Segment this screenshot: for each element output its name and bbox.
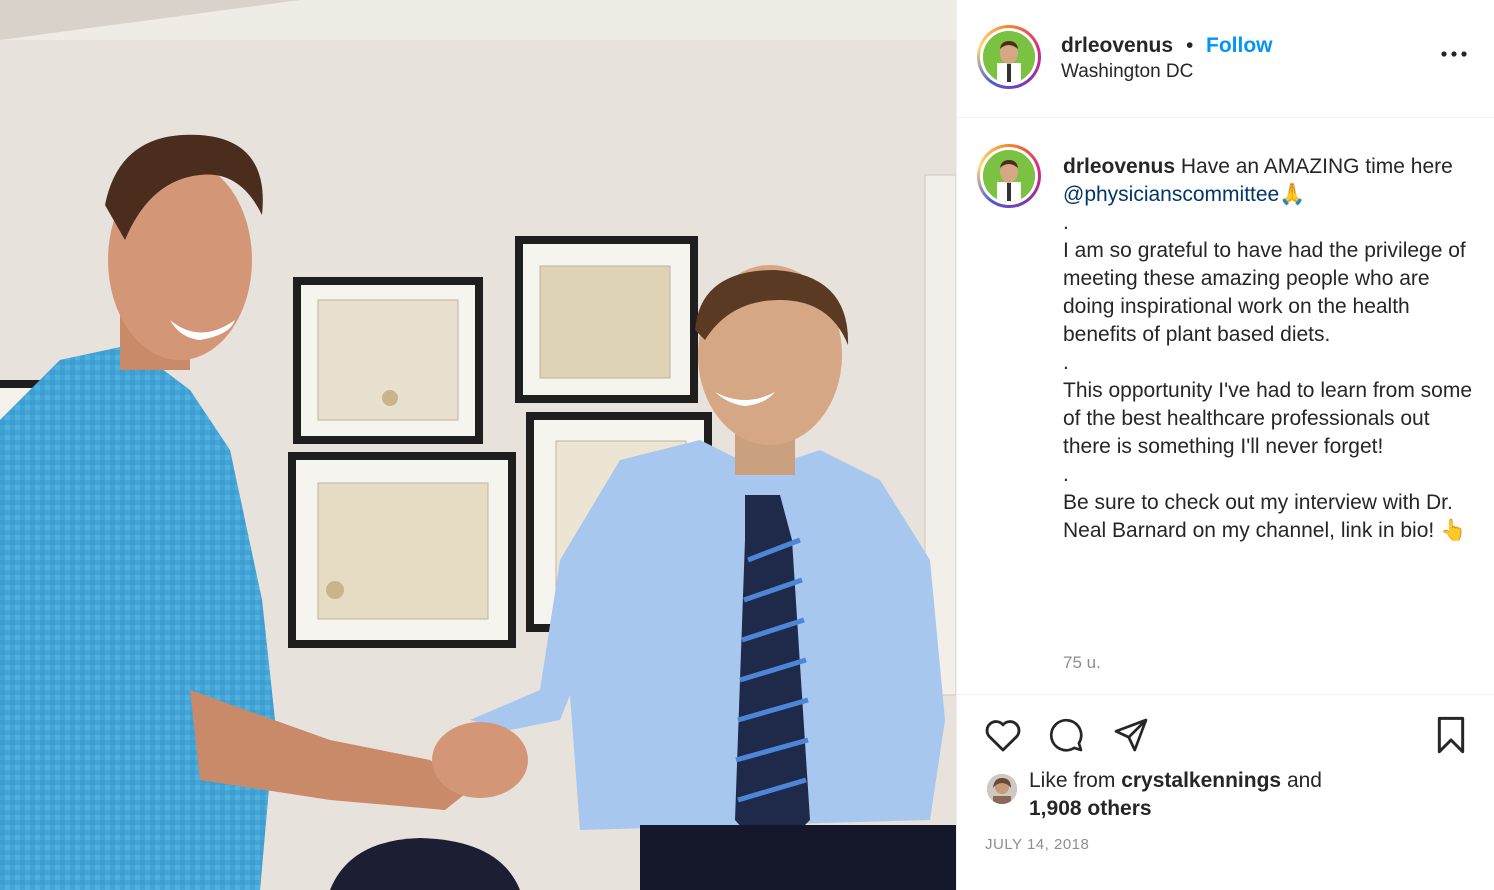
post-sidebar: drleovenus • Follow Washington DC drleov… <box>956 0 1494 890</box>
more-horizontal-icon[interactable] <box>1439 44 1469 64</box>
location-link[interactable]: Washington DC <box>1061 61 1193 83</box>
caption-age[interactable]: 75 u. <box>1063 653 1101 673</box>
liker-username[interactable]: crystalkennings <box>1121 769 1281 792</box>
post-photo[interactable] <box>0 0 956 890</box>
others-count[interactable]: 1,908 others <box>1029 797 1152 820</box>
follow-button[interactable]: Follow <box>1206 34 1273 58</box>
photo-image <box>0 0 956 890</box>
bookmark-icon[interactable] <box>1433 715 1469 755</box>
mention-link[interactable]: @physicianscommittee <box>1063 183 1279 206</box>
caption-line1: Have an AMAZING time here <box>1175 155 1453 178</box>
avatar-image <box>987 774 1017 804</box>
comment-icon[interactable] <box>1048 717 1084 753</box>
share-icon[interactable] <box>1113 717 1149 753</box>
likes-summary: Like from crystalkennings and 1,908 othe… <box>1029 767 1469 823</box>
caption-author-avatar[interactable] <box>977 144 1041 208</box>
avatar-image <box>983 150 1035 202</box>
point-up-emoji: 👆 <box>1440 519 1467 542</box>
caption-dot: . <box>1063 463 1069 486</box>
post-dialog: drleovenus • Follow Washington DC drleov… <box>0 0 1494 890</box>
liker-avatar[interactable] <box>985 772 1019 806</box>
caption-paragraph-2: This opportunity I've had to learn from … <box>1063 379 1473 458</box>
like-mid: and <box>1281 769 1322 792</box>
post-header: drleovenus • Follow Washington DC <box>957 0 1494 118</box>
heart-icon[interactable] <box>984 717 1022 753</box>
caption-paragraph-1: I am so grateful to have had the privile… <box>1063 239 1466 346</box>
caption-text: drleovenus Have an AMAZING time here @ph… <box>1063 153 1483 545</box>
caption-username[interactable]: drleovenus <box>1063 155 1175 178</box>
pray-emoji: 🙏 <box>1279 183 1306 206</box>
like-prefix: Like from <box>1029 769 1122 792</box>
caption-dot: . <box>1063 211 1069 234</box>
post-date[interactable]: JULY 14, 2018 <box>985 836 1089 853</box>
avatar-image <box>983 31 1035 83</box>
separator-dot: • <box>1186 34 1194 57</box>
action-bar: Like from crystalkennings and 1,908 othe… <box>957 694 1494 890</box>
caption-dot: . <box>1063 351 1069 374</box>
author-username[interactable]: drleovenus <box>1061 34 1173 58</box>
caption-paragraph-3: Be sure to check out my interview with D… <box>1063 491 1453 542</box>
author-avatar[interactable] <box>977 25 1041 89</box>
